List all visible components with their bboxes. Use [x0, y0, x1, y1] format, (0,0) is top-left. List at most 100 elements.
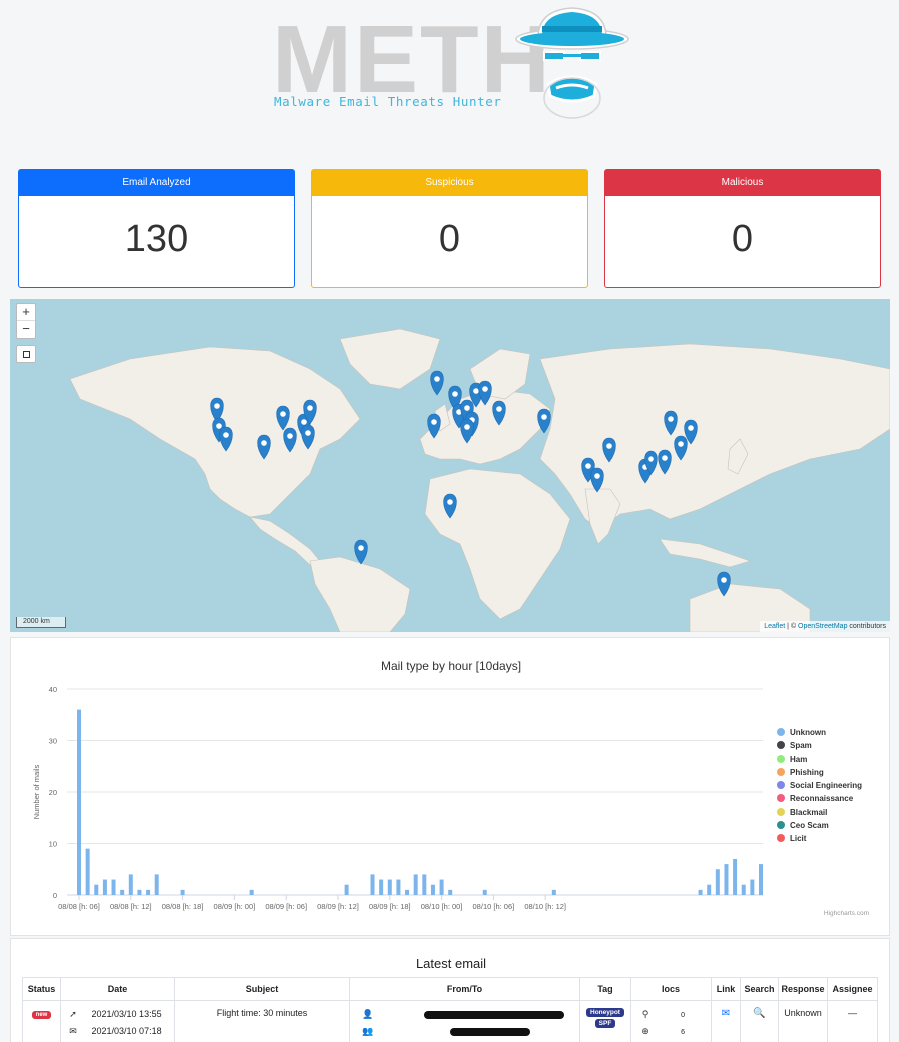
chart-bar[interactable]: [422, 874, 427, 895]
from-to-cell: 👤 👥: [349, 1000, 580, 1042]
box-select-button[interactable]: [16, 345, 36, 363]
x-tick-label: 08/10 [h: 12]: [524, 902, 566, 911]
chart-bar[interactable]: [77, 709, 81, 895]
legend-dot-icon: [777, 767, 785, 776]
chart-bar[interactable]: [94, 884, 99, 895]
y-tick-label: 30: [49, 737, 57, 746]
marker-center-dot: [648, 456, 654, 462]
chart-bar[interactable]: [698, 889, 703, 895]
legend-item[interactable]: Unknown: [777, 726, 862, 739]
chart-bar[interactable]: [128, 874, 133, 895]
chart-bar[interactable]: [102, 879, 107, 895]
table-header-row: Status Date Subject From/To Tag Iocs Lin…: [22, 977, 878, 1001]
chart-bar[interactable]: [430, 884, 435, 895]
osm-link[interactable]: OpenStreetMap: [798, 623, 847, 630]
table-row[interactable]: new ➚ 2021/03/10 13:55 ✉ 2021/03/10 07:1…: [22, 1000, 878, 1042]
zoom-out-button[interactable]: −: [17, 321, 35, 338]
latest-email-panel: Latest email Status Date Subject From/To…: [10, 938, 890, 1042]
marker-center-dot: [482, 386, 488, 392]
legend-item[interactable]: Reconnaissance: [777, 792, 862, 805]
legend-item[interactable]: Ceo Scam: [777, 819, 862, 832]
mail-type-chart: Mail type by hour [10days] 0 10 20 30 40 Numb…: [10, 637, 890, 936]
chart-bar[interactable]: [249, 889, 254, 895]
assignee-value[interactable]: —: [848, 1008, 857, 1018]
marker-center-dot: [541, 414, 547, 420]
col-status: Status: [22, 977, 61, 1001]
chart-bar[interactable]: [715, 869, 720, 895]
latest-email-title: Latest email: [415, 956, 487, 971]
chart-bar[interactable]: [482, 889, 487, 895]
world-map[interactable]: + − 2000 km Leaflet | © OpenStreetMap co…: [10, 299, 890, 632]
chart-bar[interactable]: [396, 879, 401, 895]
chart-bar[interactable]: [707, 884, 712, 895]
marker-center-dot: [473, 388, 479, 394]
attribution-separator: | ©: [785, 623, 799, 630]
marker-center-dot: [662, 455, 668, 461]
open-envelope-icon[interactable]: ✉: [722, 1008, 730, 1019]
zoom-control[interactable]: + −: [16, 303, 36, 339]
col-search: Search: [740, 977, 779, 1001]
legend-dot-icon: [777, 754, 785, 763]
chart-bar[interactable]: [439, 879, 444, 895]
chart-bar[interactable]: [741, 884, 746, 895]
legend-item[interactable]: Licit: [777, 832, 862, 845]
redacted-recipient: [450, 1027, 530, 1036]
marker-center-dot: [214, 403, 220, 409]
card-value: 130: [124, 218, 189, 260]
zoom-in-button[interactable]: +: [17, 304, 35, 321]
location-marker-icon[interactable]: [430, 370, 444, 396]
x-tick-label: 08/08 [h: 06]: [58, 902, 100, 911]
marker-center-dot: [678, 441, 684, 447]
link-cell[interactable]: ✉: [711, 1000, 741, 1042]
map-tiles[interactable]: [10, 299, 890, 632]
col-subject: Subject: [174, 977, 350, 1001]
map-attribution: Leaflet | © OpenStreetMap contributors: [760, 621, 890, 632]
attribution-tail: contributors: [847, 623, 886, 630]
chart-bar[interactable]: [154, 874, 159, 895]
chart-bar[interactable]: [111, 879, 116, 895]
x-tick-label: 08/09 [h: 06]: [265, 902, 307, 911]
chart-bar[interactable]: [733, 858, 738, 895]
sent-date: 2021/03/10 13:55: [91, 1009, 162, 1019]
chart-bar[interactable]: [85, 848, 90, 895]
location-marker-icon[interactable]: [354, 539, 368, 565]
chart-bar[interactable]: [750, 879, 755, 895]
legend-dot-icon: [777, 834, 785, 843]
chart-bar[interactable]: [370, 874, 375, 895]
assignee-cell[interactable]: —: [827, 1000, 878, 1042]
chart-bar[interactable]: [759, 864, 763, 895]
subject-cell[interactable]: Flight time: 30 minutes: [174, 1000, 350, 1042]
chart-bar[interactable]: [344, 884, 349, 895]
chart-bar[interactable]: [180, 889, 185, 895]
legend-item[interactable]: Social Engineering: [777, 779, 862, 792]
chart-bar[interactable]: [551, 889, 556, 895]
marker-center-dot: [287, 433, 293, 439]
leaflet-link[interactable]: Leaflet: [764, 623, 785, 630]
chart-bar[interactable]: [387, 879, 392, 895]
chart-legend[interactable]: Unknown Spam Ham Phishing Social Engineering…: [777, 726, 862, 846]
search-cell[interactable]: 🔍: [740, 1000, 779, 1042]
chart-bar[interactable]: [120, 889, 125, 895]
email-subject[interactable]: Flight time: 30 minutes: [217, 1008, 308, 1018]
legend-item[interactable]: Spam: [777, 739, 862, 752]
iocs-cell: ⚲ 0 ⊕ 6: [630, 1000, 712, 1042]
chart-credits[interactable]: Highcharts.com: [824, 910, 869, 917]
chart-bar[interactable]: [146, 889, 151, 895]
chart-bar[interactable]: [724, 864, 729, 895]
y-tick-label: 0: [53, 891, 57, 900]
marker-center-dot: [307, 405, 313, 411]
search-icon[interactable]: 🔍: [753, 1008, 765, 1019]
chart-bar[interactable]: [379, 879, 384, 895]
legend-item[interactable]: Blackmail: [777, 806, 862, 819]
chart-bar[interactable]: [413, 874, 418, 895]
chart-bar[interactable]: [137, 889, 142, 895]
chart-bar[interactable]: [405, 889, 410, 895]
chart-bar[interactable]: [448, 889, 453, 895]
marker-center-dot: [668, 416, 674, 422]
y-tick-label: 40: [49, 685, 57, 694]
dashboard-page: METH Malware Email Threats Hunter Email …: [0, 0, 899, 1042]
legend-item[interactable]: Ham: [777, 753, 862, 766]
legend-item[interactable]: Phishing: [777, 766, 862, 779]
square-select-icon: [23, 351, 30, 358]
x-tick-label: 08/09 [h: 00]: [214, 902, 256, 911]
